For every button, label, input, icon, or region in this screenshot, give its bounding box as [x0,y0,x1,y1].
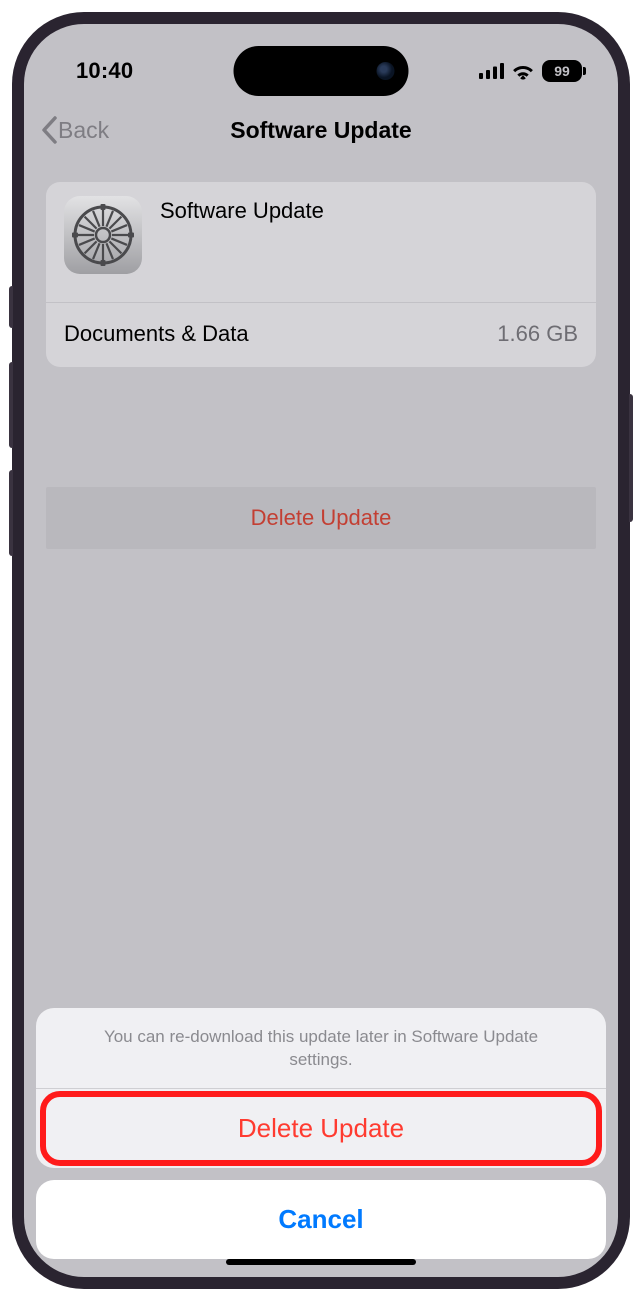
delete-update-row-label: Delete Update [251,505,392,530]
battery-icon: 99 [542,60,582,82]
delete-update-button[interactable]: Delete Update [36,1089,606,1168]
delete-update-row[interactable]: Delete Update [46,487,596,549]
home-indicator[interactable] [226,1259,416,1265]
gear-icon [72,204,134,266]
documents-data-row[interactable]: Documents & Data 1.66 GB [46,303,596,367]
action-sheet: You can re-download this update later in… [36,1008,606,1259]
action-sheet-message: You can re-download this update later in… [36,1008,606,1089]
cancel-button-label: Cancel [278,1204,363,1234]
navigation-bar: Back Software Update [24,96,618,164]
wifi-icon [511,63,535,80]
dynamic-island [234,46,409,96]
mute-switch [9,286,13,328]
cellular-signal-icon [479,63,504,79]
action-sheet-group: You can re-download this update later in… [36,1008,606,1168]
status-time: 10:40 [76,58,133,84]
chevron-left-icon [40,116,58,144]
settings-app-icon [64,196,142,274]
back-label: Back [58,117,109,144]
update-info-card: Software Update Documents & Data 1.66 GB [46,182,596,367]
update-name: Software Update [160,196,324,224]
card-header: Software Update [46,182,596,303]
content-area: Software Update Documents & Data 1.66 GB… [24,164,618,549]
screen: 10:40 99 Bac [24,24,618,1277]
status-indicators: 99 [479,60,582,82]
front-camera-icon [377,62,395,80]
iphone-frame: 10:40 99 Bac [12,12,630,1289]
volume-up-button [9,362,13,448]
delete-update-button-label: Delete Update [238,1113,404,1143]
documents-data-label: Documents & Data [64,321,249,347]
volume-down-button [9,470,13,556]
cancel-button[interactable]: Cancel [36,1180,606,1259]
documents-data-size: 1.66 GB [497,321,578,347]
back-button[interactable]: Back [40,116,109,144]
battery-percent: 99 [554,63,570,79]
page-title: Software Update [24,117,618,144]
power-button [629,394,633,522]
